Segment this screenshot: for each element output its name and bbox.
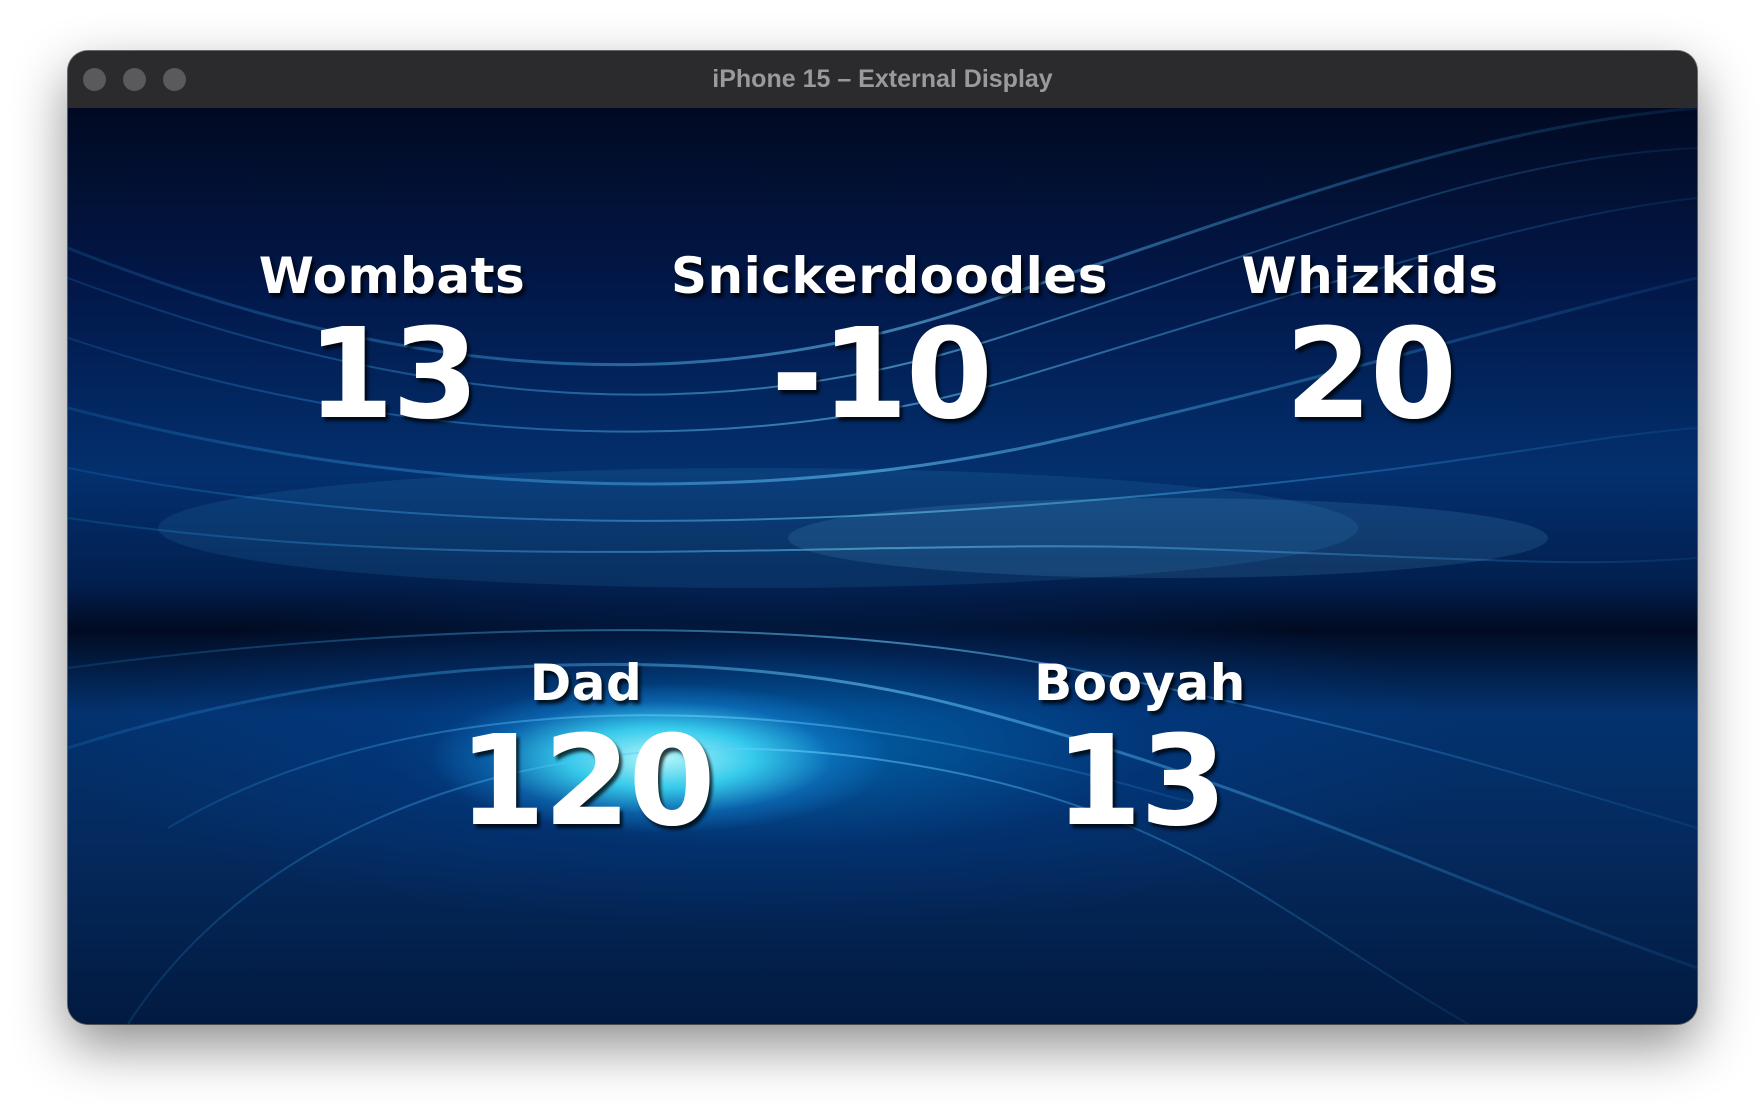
team-score: -10 [771, 302, 993, 447]
team-score: 20 [1285, 302, 1457, 447]
team-card-booyah: Booyah 13 [930, 653, 1350, 844]
team-name: Wombats [258, 247, 526, 305]
team-card-wombats: Wombats 13 [182, 246, 602, 437]
team-name: Dad [529, 654, 643, 712]
team-score: 13 [1055, 709, 1227, 854]
team-score: 120 [458, 709, 716, 854]
window-title: iPhone 15 – External Display [712, 65, 1053, 93]
team-score: 13 [307, 302, 479, 447]
simulator-window: iPhone 15 – External Display Wombats 13 … [68, 51, 1697, 1024]
title-bar[interactable]: iPhone 15 – External Display [68, 51, 1697, 109]
team-name: Snickerdoodles [671, 247, 1108, 305]
team-card-snickerdoodles: Snickerdoodles -10 [671, 246, 1108, 447]
team-name: Whizkids [1241, 247, 1499, 305]
team-card-dad: Dad 120 [376, 653, 796, 844]
team-name: Booyah [1034, 654, 1246, 712]
team-card-whizkids: Whizkids 20 [1160, 246, 1580, 437]
external-display: Wombats 13 Snickerdoodles -10 Whizkids 2… [68, 108, 1697, 1024]
